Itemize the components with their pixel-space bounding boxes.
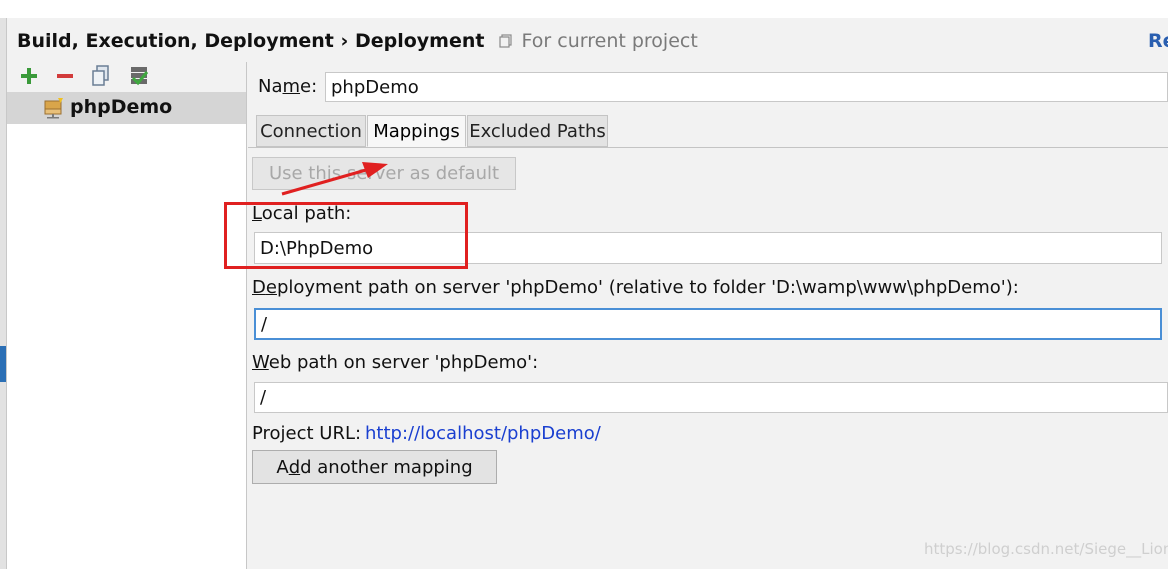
add-mapping-button[interactable]: Add another mapping — [252, 450, 497, 484]
add-icon — [21, 68, 37, 84]
deployment-path-input[interactable] — [254, 308, 1162, 340]
web-path-input[interactable] — [254, 382, 1168, 413]
use-as-default-button[interactable] — [126, 64, 152, 88]
left-edge — [0, 18, 7, 569]
add-server-button[interactable] — [16, 64, 42, 88]
copy-icon — [92, 65, 109, 86]
name-label: Name: — [258, 76, 318, 97]
remove-icon — [57, 74, 73, 78]
project-url-link[interactable]: http://localhost/phpDemo/ — [365, 423, 601, 444]
server-icon — [44, 98, 63, 119]
annotation-highlight-box — [224, 202, 468, 269]
scope-label: For current project — [521, 30, 698, 52]
remove-server-button[interactable] — [52, 64, 78, 88]
deployment-path-label: Deployment path on server 'phpDemo' (rel… — [252, 277, 1019, 298]
settings-window: Build, Execution, Deployment › Deploymen… — [0, 18, 1168, 569]
use-as-default-icon — [131, 67, 149, 86]
project-url-label: Project URL: — [252, 423, 362, 444]
server-item-phpdemo[interactable]: phpDemo — [7, 92, 246, 124]
tab-excluded-paths[interactable]: Excluded Paths — [467, 115, 608, 147]
web-path-label: Web path on server 'phpDemo': — [252, 352, 539, 373]
name-input[interactable] — [325, 72, 1168, 102]
server-list: phpDemo — [7, 92, 246, 569]
server-item-label: phpDemo — [70, 96, 173, 118]
reset-link[interactable]: Re — [1148, 30, 1168, 52]
page-title: Build, Execution, Deployment › Deploymen… — [17, 30, 698, 54]
sidebar-divider — [246, 62, 247, 569]
annotation-arrow-icon — [281, 162, 388, 196]
watermark: https://blog.csdn.net/Siege__Lion — [924, 540, 1168, 558]
project-scope-icon — [498, 34, 512, 48]
copy-server-button[interactable] — [88, 64, 114, 88]
left-accent-bar — [0, 346, 6, 382]
breadcrumb: Build, Execution, Deployment › Deploymen… — [17, 30, 485, 52]
